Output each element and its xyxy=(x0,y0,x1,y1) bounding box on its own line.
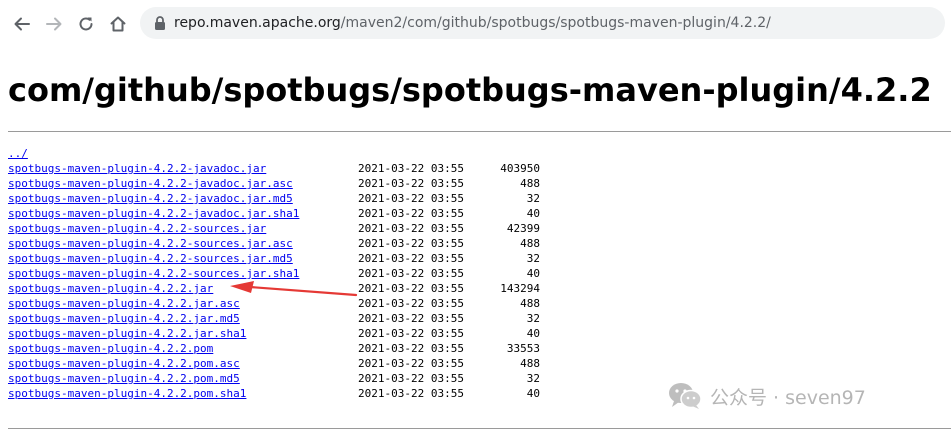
file-size: 32 xyxy=(526,252,540,265)
file-link[interactable]: spotbugs-maven-plugin-4.2.2-javadoc.jar.… xyxy=(8,176,293,191)
file-date: 2021-03-22 03:55 xyxy=(358,327,464,340)
file-size: 143294 xyxy=(500,282,540,295)
browser-toolbar: repo.maven.apache.org/maven2/com/github/… xyxy=(0,0,951,48)
file-link[interactable]: spotbugs-maven-plugin-4.2.2-sources.jar.… xyxy=(8,266,299,281)
url-host: repo.maven.apache.org xyxy=(174,15,341,31)
url-text[interactable]: repo.maven.apache.org/maven2/com/github/… xyxy=(174,14,771,32)
file-link[interactable]: spotbugs-maven-plugin-4.2.2.pom.sha1 xyxy=(8,386,246,401)
watermark-text: 公众号 · seven97 xyxy=(710,386,866,409)
file-date: 2021-03-22 03:55 xyxy=(358,237,464,250)
reload-button[interactable] xyxy=(72,10,100,38)
file-date: 2021-03-22 03:55 xyxy=(358,207,464,220)
file-date: 2021-03-22 03:55 xyxy=(358,282,464,295)
file-link[interactable]: spotbugs-maven-plugin-4.2.2.jar xyxy=(8,281,213,296)
file-link[interactable]: spotbugs-maven-plugin-4.2.2.jar.asc xyxy=(8,296,240,311)
annotation-arrow xyxy=(230,281,358,297)
watermark: 公众号 · seven97 xyxy=(668,381,866,411)
file-link[interactable]: spotbugs-maven-plugin-4.2.2-sources.jar.… xyxy=(8,236,293,251)
file-link[interactable]: spotbugs-maven-plugin-4.2.2-sources.jar.… xyxy=(8,251,293,266)
arrow-right-icon xyxy=(46,17,62,31)
file-size: 32 xyxy=(526,312,540,325)
file-date: 2021-03-22 03:55 xyxy=(358,342,464,355)
file-date: 2021-03-22 03:55 xyxy=(358,312,464,325)
file-date: 2021-03-22 03:55 xyxy=(358,192,464,205)
file-size: 32 xyxy=(526,372,540,385)
file-date: 2021-03-22 03:55 xyxy=(358,297,464,310)
file-date: 2021-03-22 03:55 xyxy=(358,267,464,280)
file-date: 2021-03-22 03:55 xyxy=(358,162,464,175)
home-button[interactable] xyxy=(104,10,132,38)
file-size: 488 xyxy=(520,237,540,250)
file-link[interactable]: spotbugs-maven-plugin-4.2.2-javadoc.jar.… xyxy=(8,191,293,206)
url-path: /maven2/com/github/spotbugs/spotbugs-mav… xyxy=(340,15,771,31)
page-title: com/github/spotbugs/spotbugs-maven-plugi… xyxy=(8,71,932,109)
reload-icon xyxy=(79,17,93,31)
wechat-logo-icon xyxy=(669,383,702,409)
file-link[interactable]: spotbugs-maven-plugin-4.2.2.pom xyxy=(8,341,213,356)
file-size: 488 xyxy=(520,297,540,310)
file-size: 33553 xyxy=(506,342,540,355)
parent-directory-link[interactable]: ../ xyxy=(8,146,28,161)
file-date: 2021-03-22 03:55 xyxy=(358,252,464,265)
file-date: 2021-03-22 03:55 xyxy=(358,372,464,385)
file-size: 40 xyxy=(526,327,540,340)
home-icon xyxy=(110,16,126,32)
lock-icon[interactable] xyxy=(152,15,168,31)
file-size: 40 xyxy=(526,267,540,280)
file-link[interactable]: spotbugs-maven-plugin-4.2.2-javadoc.jar xyxy=(8,161,266,176)
file-size: 488 xyxy=(520,177,540,190)
file-size: 488 xyxy=(520,357,540,370)
file-size: 40 xyxy=(526,207,540,220)
back-button[interactable] xyxy=(8,10,36,38)
file-link[interactable]: spotbugs-maven-plugin-4.2.2.jar.sha1 xyxy=(8,326,246,341)
divider-bottom xyxy=(8,428,951,429)
file-date: 2021-03-22 03:55 xyxy=(358,387,464,400)
file-link[interactable]: spotbugs-maven-plugin-4.2.2.jar.md5 xyxy=(8,311,240,326)
file-size: 32 xyxy=(526,192,540,205)
file-link[interactable]: spotbugs-maven-plugin-4.2.2.pom.asc xyxy=(8,356,240,371)
address-bar[interactable]: repo.maven.apache.org/maven2/com/github/… xyxy=(140,7,945,39)
file-date: 2021-03-22 03:55 xyxy=(358,357,464,370)
arrow-left-icon xyxy=(14,17,30,31)
divider-top xyxy=(8,131,951,132)
file-date: 2021-03-22 03:55 xyxy=(358,222,464,235)
forward-button[interactable] xyxy=(40,10,68,38)
file-link[interactable]: spotbugs-maven-plugin-4.2.2-javadoc.jar.… xyxy=(8,206,299,221)
file-size: 42399 xyxy=(506,222,540,235)
file-link[interactable]: spotbugs-maven-plugin-4.2.2-sources.jar xyxy=(8,221,266,236)
file-link[interactable]: spotbugs-maven-plugin-4.2.2.pom.md5 xyxy=(8,371,240,386)
file-date: 2021-03-22 03:55 xyxy=(358,177,464,190)
file-size: 40 xyxy=(526,387,540,400)
file-size: 403950 xyxy=(500,162,540,175)
